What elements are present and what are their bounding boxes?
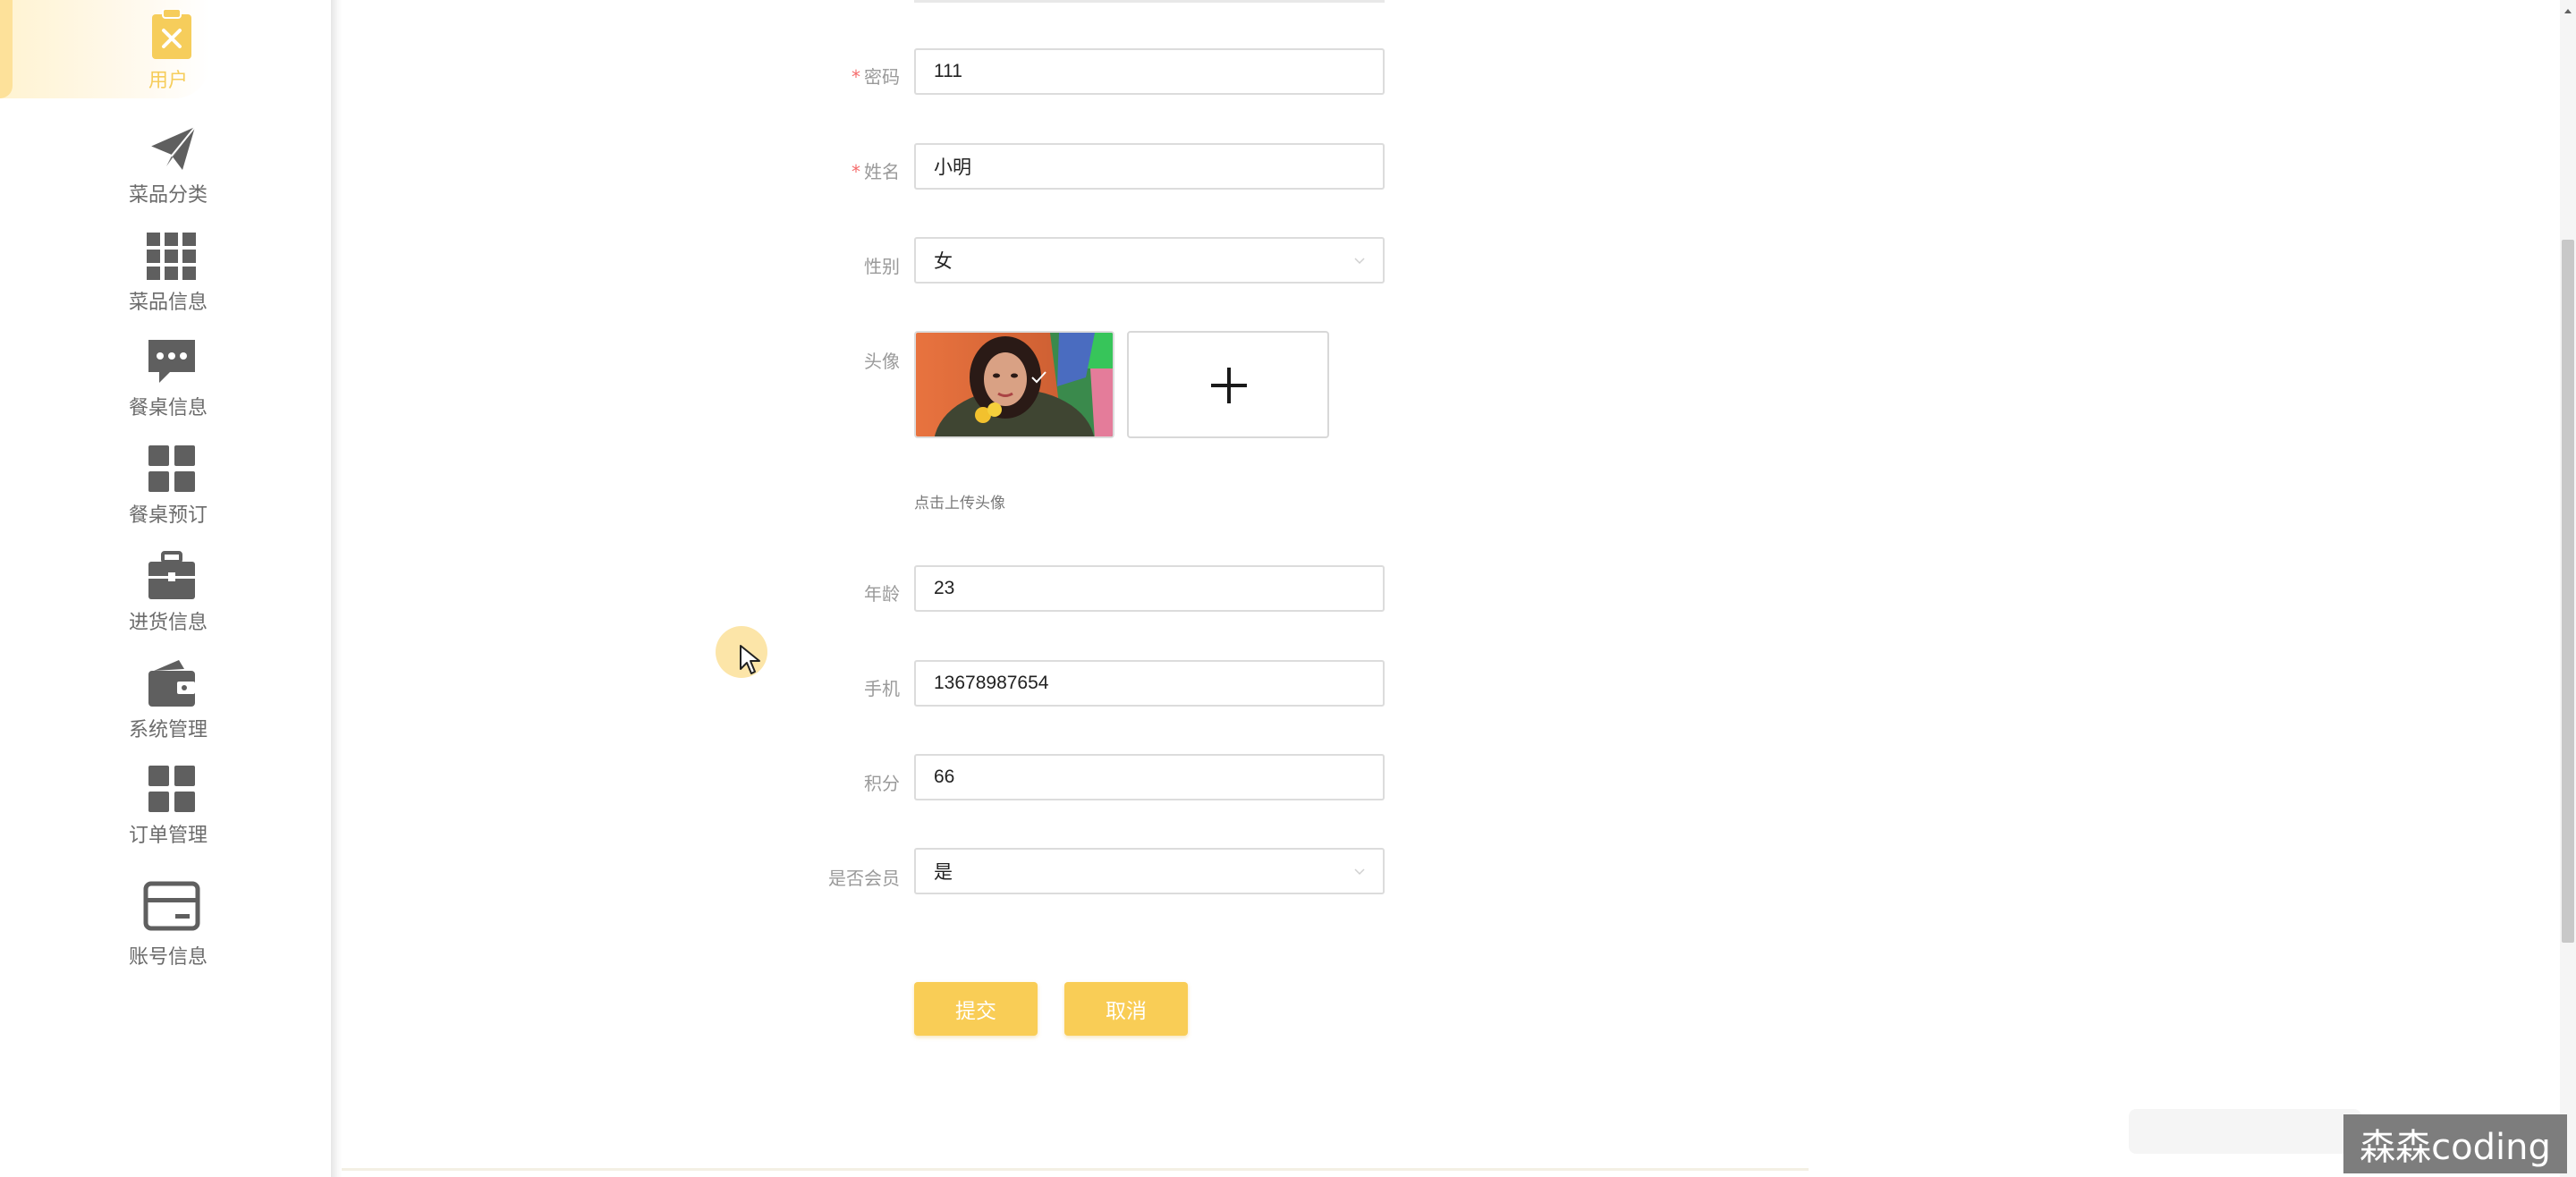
age-field[interactable]: 23 — [914, 565, 1385, 612]
cancel-button[interactable]: 取消 — [1064, 982, 1188, 1036]
avatar-image — [916, 333, 1113, 436]
sidebar-item-dish-category[interactable]: 菜品分类 — [0, 114, 336, 213]
sidebar-item-table-info[interactable]: 餐桌信息 — [0, 327, 336, 426]
gender-select[interactable]: 女 — [914, 237, 1385, 284]
sidebar-item-purchase-info[interactable]: 进货信息 — [0, 542, 336, 640]
mouse-pointer-icon — [740, 645, 760, 674]
sidebar-item-label: 菜品分类 — [128, 184, 208, 207]
points-value: 66 — [934, 766, 955, 787]
card-icon — [143, 881, 200, 931]
points-label: 积分 — [864, 773, 900, 794]
gender-label: 性别 — [864, 256, 900, 277]
sidebar: 用户 菜品分类 菜品信息 餐桌信息 餐桌预订 进货信息 系统管理 订单管理 账号… — [0, 0, 336, 1177]
age-label: 年龄 — [864, 583, 900, 605]
member-label: 是否会员 — [828, 868, 900, 889]
paper-plane-icon — [149, 126, 196, 170]
sidebar-item-label: 餐桌预订 — [128, 504, 208, 527]
sidebar-item-system-management[interactable]: 系统管理 — [0, 649, 336, 748]
phone-value: 13678987654 — [934, 673, 1049, 693]
name-label: * 姓名 — [852, 161, 900, 182]
member-select[interactable]: 是 — [914, 848, 1385, 894]
sidebar-item-label: 订单管理 — [128, 825, 208, 847]
wallet-icon — [148, 660, 195, 707]
password-field[interactable]: 111 — [914, 48, 1385, 95]
chevron-down-icon — [1354, 868, 1365, 876]
sidebar-item-users[interactable]: 用户 — [0, 0, 336, 98]
password-value: 111 — [934, 61, 962, 81]
sidebar-divider — [331, 0, 342, 1177]
required-mark: * — [852, 66, 860, 88]
avatar-upload-hint: 点击上传头像 — [914, 495, 1005, 512]
phone-field[interactable]: 13678987654 — [914, 660, 1385, 707]
sidebar-item-label: 餐桌信息 — [128, 397, 208, 419]
required-mark: * — [852, 161, 860, 182]
chevron-down-icon — [1354, 258, 1365, 265]
age-value: 23 — [934, 578, 955, 598]
scroll-up-arrow-icon[interactable] — [2563, 7, 2572, 16]
grid-icon — [147, 233, 196, 280]
watermark: 森森coding — [2343, 1114, 2567, 1173]
sidebar-item-table-booking[interactable]: 餐桌预订 — [0, 435, 336, 533]
gender-value: 女 — [934, 251, 953, 272]
password-label: * 密码 — [852, 66, 900, 88]
points-field[interactable]: 66 — [914, 754, 1385, 800]
chat-bubble-icon — [148, 340, 195, 383]
phone-label: 手机 — [864, 678, 900, 699]
faint-watermark — [2129, 1109, 2361, 1154]
avatar-preview[interactable] — [914, 331, 1114, 438]
four-squares-icon — [148, 766, 195, 812]
name-field[interactable]: 小明 — [914, 143, 1385, 190]
submit-button[interactable]: 提交 — [914, 982, 1038, 1036]
sidebar-item-dish-info[interactable]: 菜品信息 — [0, 222, 336, 320]
clipboard-x-icon — [152, 9, 191, 59]
sidebar-item-label: 系统管理 — [128, 719, 208, 741]
upload-avatar-button[interactable] — [1127, 331, 1329, 438]
sidebar-item-label: 用户 — [148, 70, 188, 92]
member-value: 是 — [934, 862, 953, 883]
sidebar-item-account-info[interactable]: 账号信息 — [0, 869, 336, 969]
sidebar-item-order-management[interactable]: 订单管理 — [0, 755, 336, 853]
bottom-divider — [342, 1168, 1809, 1171]
four-squares-icon — [148, 445, 195, 492]
name-value: 小明 — [934, 157, 971, 178]
sidebar-item-label: 菜品信息 — [128, 292, 208, 314]
sidebar-item-label: 进货信息 — [128, 612, 208, 634]
avatar-label: 头像 — [864, 351, 900, 372]
plus-icon — [1211, 368, 1247, 403]
briefcase-icon — [148, 551, 195, 599]
previous-field-edge — [914, 0, 1385, 3]
scrollbar-thumb[interactable] — [2562, 240, 2574, 943]
sidebar-item-label: 账号信息 — [128, 946, 208, 969]
